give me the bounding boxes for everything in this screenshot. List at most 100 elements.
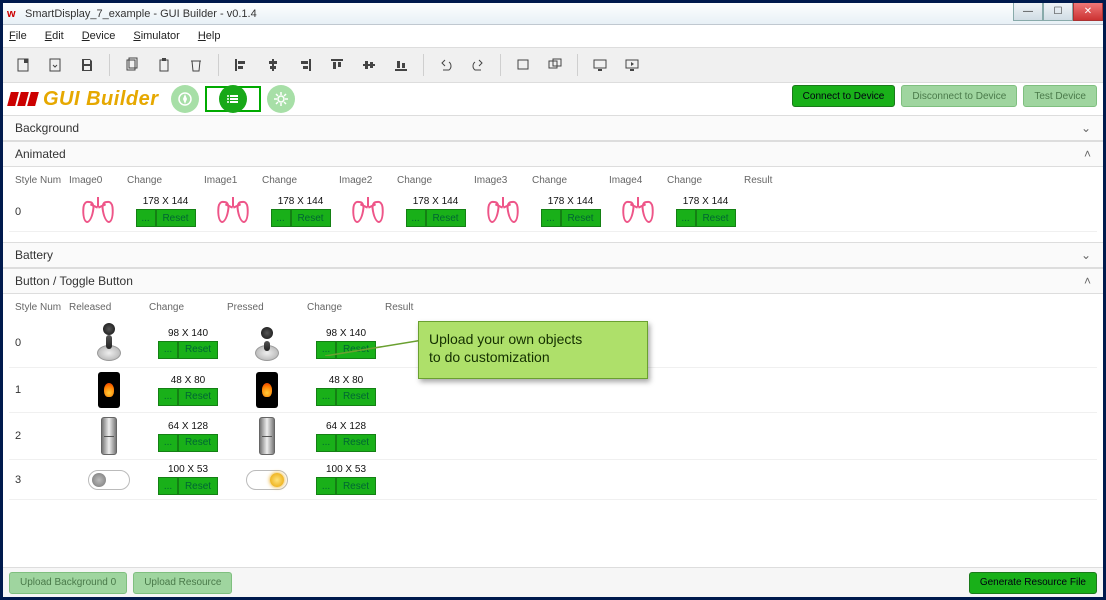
view-list-selected[interactable] bbox=[205, 86, 261, 112]
view-compass-icon[interactable] bbox=[171, 85, 199, 113]
window-icon[interactable] bbox=[509, 51, 537, 79]
align-right-icon[interactable] bbox=[291, 51, 319, 79]
disconnect-device-button[interactable]: Disconnect to Device bbox=[901, 85, 1017, 107]
reset-button[interactable]: Reset bbox=[178, 477, 218, 495]
section-background-header[interactable]: Background ⌄ bbox=[3, 115, 1103, 141]
close-button[interactable]: ✕ bbox=[1073, 3, 1103, 21]
minimize-button[interactable]: — bbox=[1013, 3, 1043, 21]
animated-change-3: 178 X 144...Reset bbox=[532, 196, 609, 227]
undo-icon[interactable] bbox=[432, 51, 460, 79]
pressed-img bbox=[227, 372, 307, 408]
menu-device[interactable]: Device bbox=[82, 30, 116, 42]
reset-button[interactable]: Reset bbox=[336, 434, 376, 452]
align-bottom-icon[interactable] bbox=[387, 51, 415, 79]
change-cell: 64 X 128...Reset bbox=[149, 421, 227, 452]
section-battery-header[interactable]: Battery ⌄ bbox=[3, 242, 1103, 268]
save-icon[interactable] bbox=[73, 51, 101, 79]
hdr-released: Released bbox=[69, 302, 149, 313]
animated-change-4: 178 X 144...Reset bbox=[667, 196, 744, 227]
delete-icon[interactable] bbox=[182, 51, 210, 79]
align-center-v-icon[interactable] bbox=[355, 51, 383, 79]
pressed-img bbox=[227, 470, 307, 490]
reset-button[interactable]: Reset bbox=[336, 388, 376, 406]
upload-resource-button[interactable]: Upload Resource bbox=[133, 572, 232, 594]
menu-simulator[interactable]: Simulator bbox=[133, 30, 179, 42]
windows-icon[interactable] bbox=[541, 51, 569, 79]
view-buttons bbox=[171, 85, 295, 113]
released-img bbox=[69, 323, 149, 363]
section-battery-title: Battery bbox=[15, 248, 53, 262]
align-left-icon[interactable] bbox=[227, 51, 255, 79]
section-button-header[interactable]: Button / Toggle Button ˄ bbox=[3, 268, 1103, 294]
button-row-3: 3 100 X 53...Reset 100 X 53...Reset bbox=[9, 460, 1097, 500]
row-idx: 1 bbox=[15, 384, 69, 396]
reset-button[interactable]: Reset bbox=[178, 341, 218, 359]
monitor-icon[interactable] bbox=[586, 51, 614, 79]
menu-help[interactable]: Help bbox=[198, 30, 221, 42]
browse-button[interactable]: ... bbox=[316, 388, 336, 406]
toolbar bbox=[3, 47, 1103, 83]
reset-button[interactable]: Reset bbox=[336, 341, 376, 359]
open-file-icon[interactable] bbox=[41, 51, 69, 79]
align-center-h-icon[interactable] bbox=[259, 51, 287, 79]
change-cell-2: 100 X 53...Reset bbox=[307, 464, 385, 495]
reset-button[interactable]: Reset bbox=[696, 209, 736, 227]
joystick-pressed-icon bbox=[252, 323, 282, 363]
browse-button[interactable]: ... bbox=[316, 341, 336, 359]
generate-resource-button[interactable]: Generate Resource File bbox=[969, 572, 1097, 594]
reset-button[interactable]: Reset bbox=[178, 388, 218, 406]
dim-label: 178 X 144 bbox=[143, 196, 189, 207]
menu-edit[interactable]: Edit bbox=[45, 30, 64, 42]
paste-icon[interactable] bbox=[150, 51, 178, 79]
hdr-change: Change bbox=[149, 302, 227, 313]
change-cell: 48 X 80...Reset bbox=[149, 375, 227, 406]
dim-label: 178 X 144 bbox=[548, 196, 594, 207]
maximize-button[interactable]: ☐ bbox=[1043, 3, 1073, 21]
browse-button[interactable]: ... bbox=[676, 209, 696, 227]
redo-icon[interactable] bbox=[464, 51, 492, 79]
animated-column-headers: Style Num Image0 Change Image1 Change Im… bbox=[9, 173, 1097, 192]
new-file-icon[interactable] bbox=[9, 51, 37, 79]
reset-button[interactable]: Reset bbox=[336, 477, 376, 495]
change-cell-2: 48 X 80...Reset bbox=[307, 375, 385, 406]
chevron-up-icon: ˄ bbox=[1084, 274, 1091, 288]
copy-icon[interactable] bbox=[118, 51, 146, 79]
browse-button[interactable]: ... bbox=[158, 341, 178, 359]
menubar: File Edit Device Simulator Help bbox=[3, 25, 1103, 47]
browse-button[interactable]: ... bbox=[136, 209, 156, 227]
test-device-button[interactable]: Test Device bbox=[1023, 85, 1097, 107]
hdr-stylenum: Style Num bbox=[15, 302, 69, 313]
menu-file[interactable]: File bbox=[9, 30, 27, 42]
align-top-icon[interactable] bbox=[323, 51, 351, 79]
lungs-icon bbox=[350, 197, 386, 227]
toggle-on-icon bbox=[246, 470, 288, 490]
connect-device-button[interactable]: Connect to Device bbox=[792, 85, 896, 107]
section-animated-header[interactable]: Animated ˄ bbox=[3, 141, 1103, 167]
dim-label: 100 X 53 bbox=[168, 464, 208, 475]
browse-button[interactable]: ... bbox=[271, 209, 291, 227]
reset-button[interactable]: Reset bbox=[561, 209, 601, 227]
reset-button[interactable]: Reset bbox=[291, 209, 331, 227]
dim-label: 64 X 128 bbox=[326, 421, 366, 432]
monitor-play-icon[interactable] bbox=[618, 51, 646, 79]
reset-button[interactable]: Reset bbox=[178, 434, 218, 452]
chevron-down-icon: ⌄ bbox=[1081, 248, 1091, 262]
reset-button[interactable]: Reset bbox=[156, 209, 196, 227]
reset-button[interactable]: Reset bbox=[426, 209, 466, 227]
browse-button[interactable]: ... bbox=[158, 388, 178, 406]
upload-background-button[interactable]: Upload Background 0 bbox=[9, 572, 127, 594]
list-icon bbox=[219, 85, 247, 113]
hdr-change2: Change bbox=[397, 175, 474, 186]
browse-button[interactable]: ... bbox=[316, 434, 336, 452]
flame-button-icon bbox=[256, 372, 278, 408]
view-gear-icon[interactable] bbox=[267, 85, 295, 113]
browse-button[interactable]: ... bbox=[158, 477, 178, 495]
browse-button[interactable]: ... bbox=[316, 477, 336, 495]
hdr-image1: Image1 bbox=[204, 175, 262, 186]
hdr-change0: Change bbox=[127, 175, 204, 186]
browse-button[interactable]: ... bbox=[158, 434, 178, 452]
dim-label: 48 X 80 bbox=[171, 375, 205, 386]
browse-button[interactable]: ... bbox=[541, 209, 561, 227]
browse-button[interactable]: ... bbox=[406, 209, 426, 227]
row-idx: 2 bbox=[15, 430, 69, 442]
